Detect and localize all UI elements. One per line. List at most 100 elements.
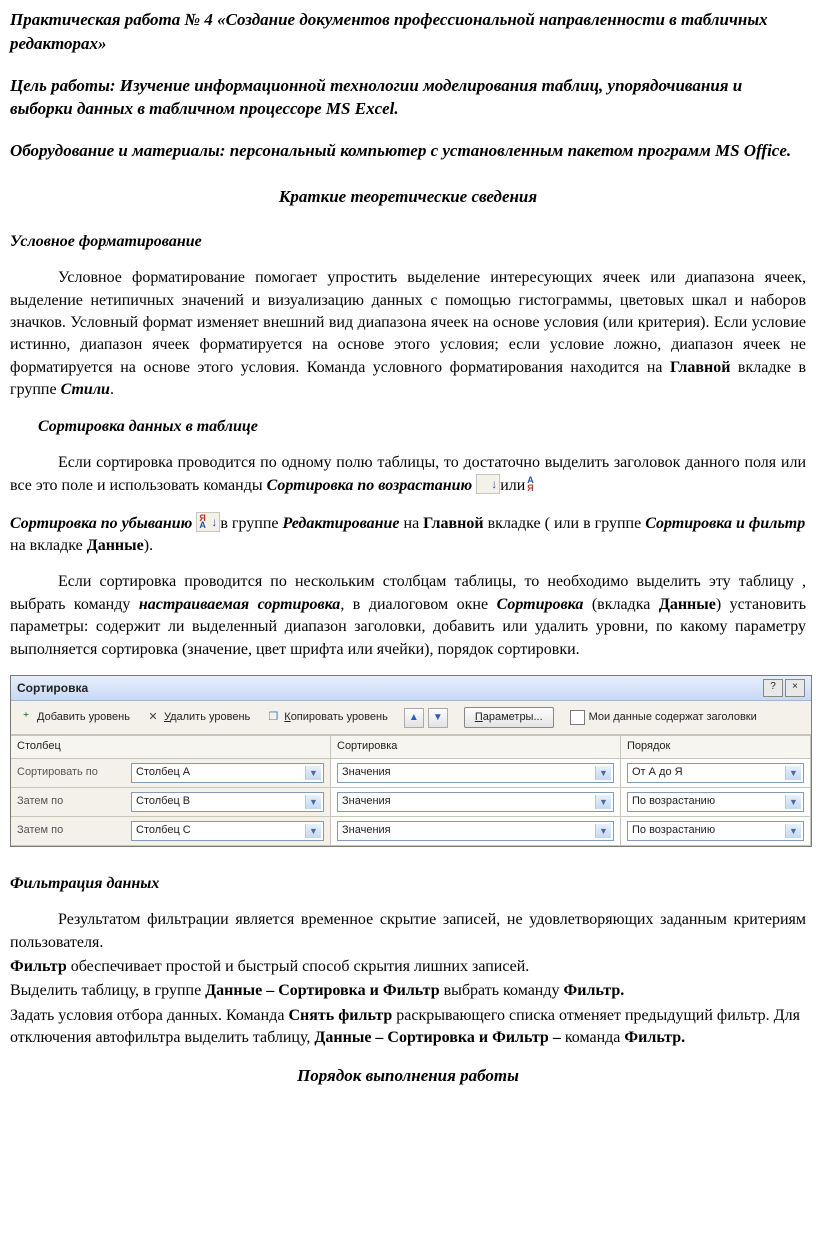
row-0-column-dropdown[interactable]: Столбец A ▼ <box>131 763 324 783</box>
text-bold: Фильтр. <box>564 982 625 999</box>
label: обавить уровень <box>45 711 130 723</box>
dialog-titlebar: Сортировка ? × <box>11 676 811 701</box>
dd-value: По возрастанию <box>632 823 715 838</box>
text: команда <box>565 1029 625 1046</box>
filter-heading: Фильтрация данных <box>10 873 806 895</box>
chevron-down-icon: ▼ <box>305 766 321 780</box>
dd-value: Значения <box>342 794 391 809</box>
text-bold: Данные – Сортировка и Фильтр <box>205 982 439 999</box>
text-bold: Сортировка по убыванию <box>10 515 192 532</box>
sort-desc-icon: ЯА↓ <box>196 512 220 532</box>
filter-paragraph-2: Фильтр обеспечивает простой и быстрый сп… <box>10 956 806 978</box>
row-2-sorton-dropdown[interactable]: Значения▼ <box>337 821 614 841</box>
row-2-sorton: Значения▼ <box>331 817 621 846</box>
text-bold: Снять фильтр <box>288 1007 392 1024</box>
row-2-order-dropdown[interactable]: По возрастанию ▼ <box>627 821 804 841</box>
row-0-order-dropdown[interactable]: От А до Я ▼ <box>627 763 804 783</box>
text: обеспечивает простой и быстрый способ ск… <box>67 958 530 975</box>
filter-paragraph-1: Результатом фильтрации является временно… <box>10 909 806 954</box>
text: ). <box>144 537 153 554</box>
row-1-column-dropdown[interactable]: Столбец B▼ <box>131 792 324 812</box>
row-2-column-dropdown[interactable]: Столбец C▼ <box>131 821 324 841</box>
move-down-button[interactable]: ▼ <box>428 708 448 728</box>
sort-paragraph-2: Сортировка по убыванию ЯА↓в группе Редак… <box>10 512 806 558</box>
sort-dialog-screenshot: Сортировка ? × ⁺ Добавить уровень ✕ Удал… <box>10 675 806 847</box>
headers-checkbox-row[interactable]: Мои данные содержат заголовки <box>570 710 757 725</box>
row-2-col: Затем по Столбец C▼ <box>11 817 331 846</box>
row-label: Затем по <box>17 794 121 809</box>
dd-value: Столбец A <box>136 765 190 780</box>
chevron-down-icon: ▼ <box>785 795 801 809</box>
chevron-down-icon: ▼ <box>785 766 801 780</box>
close-button[interactable]: × <box>785 679 805 697</box>
hotkey: Д <box>37 711 45 723</box>
add-level-button[interactable]: ⁺ Добавить уровень <box>19 710 130 725</box>
text-bold: Данные <box>659 596 716 613</box>
label: араметры... <box>483 711 543 723</box>
equip-text: персональный компьютер с установленным п… <box>230 141 791 160</box>
text: (вкладка <box>583 596 658 613</box>
sort-asc-icon: АЯ↓ <box>476 474 500 494</box>
label: далить уровень <box>170 711 250 723</box>
chevron-down-icon: ▼ <box>785 824 801 838</box>
row-0-col: Сортировать по Столбец A▼ <box>11 759 331 788</box>
chevron-down-icon: ▼ <box>305 795 321 809</box>
text: на вкладке <box>10 537 87 554</box>
text-bold: Главной <box>670 359 730 376</box>
copy-level-icon: ❐ <box>266 711 280 725</box>
text-bold: настраиваемая сортировка <box>139 596 340 613</box>
text: на <box>400 515 424 532</box>
row-1-order: По возрастанию ▼ <box>621 788 811 817</box>
row-2-order: По возрастанию ▼ <box>621 817 811 846</box>
chevron-down-icon: ▼ <box>595 766 611 780</box>
headers-label: Мои данные содержат заголовки <box>589 710 757 725</box>
sort-grid: Столбец Сортировка Порядок Сортировать п… <box>11 735 811 845</box>
text-bold: Фильтр <box>10 958 67 975</box>
chevron-down-icon: ▼ <box>595 795 611 809</box>
delete-level-icon: ✕ <box>146 711 160 725</box>
headers-checkbox[interactable] <box>570 710 585 725</box>
text-bold: Фильтр. <box>624 1029 685 1046</box>
filter-paragraph-4: Задать условия отбора данных. Команда Сн… <box>10 1005 806 1050</box>
equipment: Оборудование и материалы: персональный к… <box>10 139 806 163</box>
help-button[interactable]: ? <box>763 679 783 697</box>
chevron-down-icon: ▼ <box>595 824 611 838</box>
row-1-col: Затем по Столбец B▼ <box>11 788 331 817</box>
execution-heading: Порядок выполнения работы <box>10 1064 806 1088</box>
goal-text: Изучение информационной технологии модел… <box>10 76 742 119</box>
copy-level-button[interactable]: ❐ Копировать уровень <box>266 710 388 725</box>
text-bold: Сортировка <box>497 596 584 613</box>
goal: Цель работы: Изучение информационной тех… <box>10 74 806 122</box>
row-1-sorton-dropdown[interactable]: Значения ▼ <box>337 792 614 812</box>
dialog-toolbar: ⁺ Добавить уровень ✕ Удалить уровень ❐ К… <box>11 701 811 735</box>
sort-paragraph-3: Если сортировка проводится по нескольким… <box>10 571 806 661</box>
sort-paragraph-1: Если сортировка проводится по одному пол… <box>10 452 806 498</box>
row-0-sorton-dropdown[interactable]: Значения ▼ <box>337 763 614 783</box>
dialog-title: Сортировка <box>17 680 88 697</box>
text-bold: Редактирование <box>283 515 400 532</box>
label: опировать уровень <box>291 711 388 723</box>
dd-value: По возрастанию <box>632 794 715 809</box>
col-header-sorton: Сортировка <box>331 736 621 758</box>
col-header-column: Столбец <box>11 736 331 758</box>
sort-heading: Сортировка данных в таблице <box>38 416 806 438</box>
equip-prefix: Оборудование и материалы: <box>10 141 230 160</box>
params-button[interactable]: Параметры... <box>464 707 554 728</box>
dd-value: От А до Я <box>632 765 683 780</box>
row-0-order: От А до Я ▼ <box>621 759 811 788</box>
delete-level-button[interactable]: ✕ Удалить уровень <box>146 710 250 725</box>
text-bold: Данные <box>87 537 144 554</box>
move-up-button[interactable]: ▲ <box>404 708 424 728</box>
text: вкладке ( или в группе <box>484 515 646 532</box>
text: . <box>110 381 114 398</box>
dd-value: Значения <box>342 765 391 780</box>
text-bold: Данные – Сортировка и Фильтр – <box>314 1029 564 1046</box>
row-1-order-dropdown[interactable]: По возрастанию ▼ <box>627 792 804 812</box>
row-0-sorton: Значения ▼ <box>331 759 621 788</box>
dd-value: Столбец C <box>136 823 191 838</box>
row-1-sorton: Значения ▼ <box>331 788 621 817</box>
text-bold: Стили <box>61 381 110 398</box>
text-bold: Сортировка и фильтр <box>645 515 805 532</box>
filter-paragraph-3: Выделить таблицу, в группе Данные – Сорт… <box>10 980 806 1002</box>
text: Задать условия отбора данных. Команда <box>10 1007 288 1024</box>
